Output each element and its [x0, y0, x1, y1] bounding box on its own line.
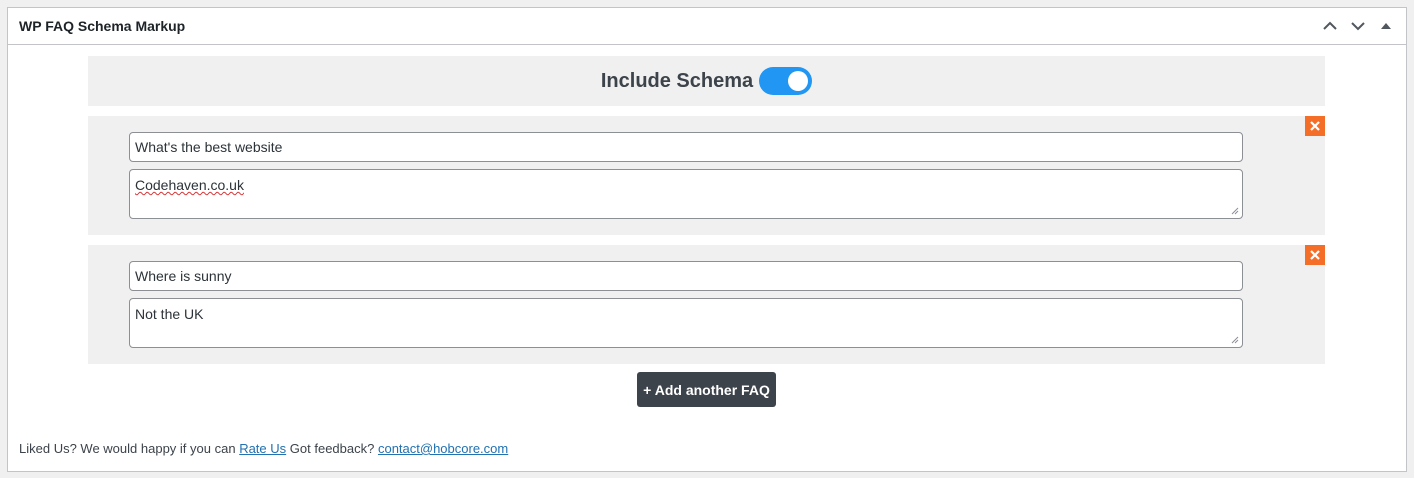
chevron-up-icon[interactable]: [1318, 14, 1342, 38]
resize-grip-icon[interactable]: [1231, 207, 1239, 215]
metabox-title: WP FAQ Schema Markup: [19, 18, 186, 34]
remove-faq-button-2[interactable]: [1305, 245, 1325, 265]
footer-text-middle: Got feedback?: [289, 441, 375, 456]
faq-answer-text-1: Codehaven.co.uk: [135, 177, 244, 193]
metabox-header: WP FAQ Schema Markup: [8, 8, 1406, 45]
footer-text-before: Liked Us? We would happy if you can: [19, 441, 236, 456]
metabox-body: Include Schema What's the best website C…: [8, 45, 1406, 471]
contact-email-link[interactable]: contact@hobcore.com: [378, 441, 508, 456]
faq-answer-textarea-1[interactable]: Codehaven.co.uk: [129, 169, 1243, 219]
faq-item-2: Where is sunny Not the UK: [88, 245, 1325, 364]
resize-grip-icon[interactable]: [1231, 336, 1239, 344]
include-schema-label: Include Schema: [600, 69, 754, 92]
faq-question-input-2[interactable]: Where is sunny: [129, 261, 1243, 291]
chevron-down-icon[interactable]: [1346, 14, 1370, 38]
remove-faq-button-1[interactable]: [1305, 116, 1325, 136]
footer-note: Liked Us? We would happy if you can Rate…: [19, 441, 508, 456]
include-schema-toggle[interactable]: [759, 67, 813, 95]
faq-item-1: What's the best website Codehaven.co.uk: [88, 116, 1325, 235]
include-schema-bar: Include Schema: [88, 56, 1325, 106]
rate-us-link[interactable]: Rate Us: [239, 441, 286, 456]
add-faq-button[interactable]: + Add another FAQ: [637, 372, 776, 407]
faq-question-input-1[interactable]: What's the best website: [129, 132, 1243, 162]
faq-answer-textarea-2[interactable]: Not the UK: [129, 298, 1243, 348]
handle-actions: [1318, 14, 1398, 38]
close-icon: [1310, 250, 1320, 260]
close-icon: [1310, 121, 1320, 131]
toggle-knob: [788, 71, 809, 91]
faq-answer-text-2: Not the UK: [135, 306, 204, 322]
triangle-up-icon[interactable]: [1374, 14, 1398, 38]
faq-schema-metabox: WP FAQ Schema Markup Include Schema What…: [7, 7, 1407, 472]
